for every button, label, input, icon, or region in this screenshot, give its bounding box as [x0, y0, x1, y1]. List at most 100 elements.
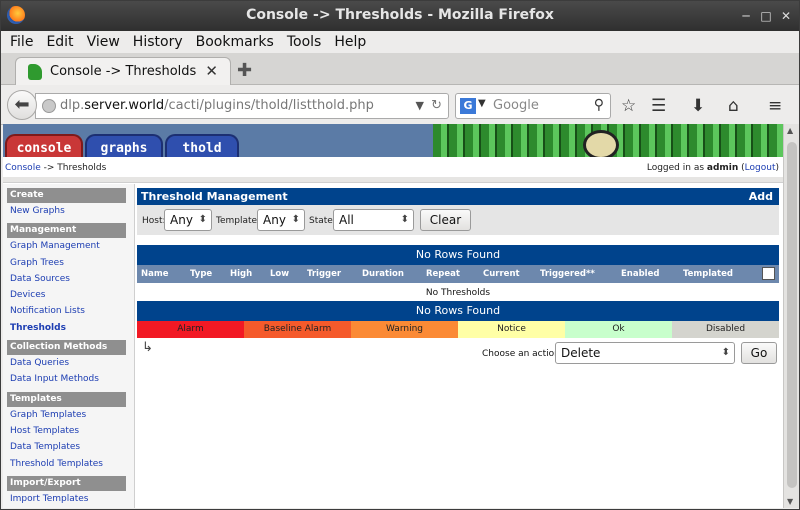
sidebar-item-data-queries[interactable]: Data Queries	[10, 355, 134, 371]
select-all-checkbox[interactable]	[762, 267, 775, 280]
menu-bar: File Edit View History Bookmarks Tools H…	[1, 31, 799, 53]
col-triggered[interactable]: Triggered**	[540, 269, 595, 279]
sidebar-header-create: Create	[7, 188, 126, 203]
select-arrows-icon: ⬍	[198, 214, 207, 225]
maximize-icon[interactable]: □	[757, 7, 775, 25]
sidebar: Create New Graphs Management Graph Manag…	[3, 184, 135, 508]
url-prefix: dlp.	[60, 98, 85, 113]
host-select-value: Any	[170, 213, 193, 227]
breadcrumb: Console -> Thresholds Logged in as admin…	[3, 159, 783, 175]
minimize-icon[interactable]: ─	[737, 7, 755, 25]
legend-baseline-alarm: Baseline Alarm	[244, 321, 351, 338]
google-icon[interactable]: G	[460, 98, 476, 114]
sidebar-header-collection-methods: Collection Methods	[7, 340, 126, 356]
browser-tab[interactable]: Console -> Thresholds ✕	[15, 57, 231, 86]
url-path: /cacti/plugins/thold/listthold.php	[164, 98, 374, 113]
new-tab-icon[interactable]: ✚	[237, 60, 252, 81]
menu-view[interactable]: View	[87, 34, 120, 50]
menu-icon[interactable]: ≡	[768, 96, 782, 116]
tab-strip: Console -> Thresholds ✕ ✚	[1, 53, 799, 86]
go-button[interactable]: Go	[741, 342, 777, 364]
window-title: Console -> Thresholds - Mozilla Firefox	[246, 7, 554, 23]
state-select-value: All	[339, 213, 354, 227]
tab-graphs[interactable]: graphs	[85, 134, 163, 157]
action-select[interactable]: Delete ⬍	[555, 342, 735, 364]
sidebar-item-new-graphs[interactable]: New Graphs	[10, 203, 134, 219]
col-high[interactable]: High	[230, 269, 252, 279]
url-bar[interactable]: dlp.server.world/cacti/plugins/thold/lis…	[35, 93, 449, 119]
add-link[interactable]: Add	[749, 188, 773, 205]
bookmarks-list-icon[interactable]: ☰	[651, 96, 666, 116]
legend-alarm: Alarm	[137, 321, 244, 338]
col-current[interactable]: Current	[483, 269, 520, 279]
col-name[interactable]: Name	[141, 269, 168, 279]
col-trigger[interactable]: Trigger	[307, 269, 341, 279]
search-bar[interactable]: G ▼ Google ⚲	[455, 93, 611, 119]
home-icon[interactable]: ⌂	[728, 96, 739, 116]
breadcrumb-console-link[interactable]: Console	[5, 163, 41, 173]
sidebar-item-data-templates[interactable]: Data Templates	[10, 439, 134, 455]
choose-action-label: Choose an action:	[482, 349, 563, 359]
state-label: State:	[309, 216, 336, 226]
menu-help[interactable]: Help	[334, 34, 366, 50]
tab-thold[interactable]: thold	[165, 134, 239, 157]
sidebar-item-devices[interactable]: Devices	[10, 287, 134, 303]
vertical-scrollbar[interactable]: ▲ ▼	[783, 124, 799, 508]
template-select[interactable]: Any ⬍	[257, 209, 305, 231]
sidebar-item-data-sources[interactable]: Data Sources	[10, 271, 134, 287]
template-select-value: Any	[263, 213, 286, 227]
page-title: Threshold Management	[141, 190, 288, 203]
col-templated[interactable]: Templated	[683, 269, 733, 279]
return-arrow-icon: ↳	[142, 340, 153, 355]
host-select[interactable]: Any ⬍	[164, 209, 212, 231]
sidebar-item-data-input-methods[interactable]: Data Input Methods	[10, 371, 134, 387]
legend-disabled: Disabled	[672, 321, 779, 338]
login-user: admin	[706, 163, 739, 173]
menu-file[interactable]: File	[10, 34, 33, 50]
sidebar-item-graph-templates[interactable]: Graph Templates	[10, 407, 134, 423]
search-engine-dropdown-icon[interactable]: ▼	[478, 98, 486, 109]
col-low[interactable]: Low	[270, 269, 289, 279]
scroll-up-icon[interactable]: ▲	[787, 126, 793, 135]
select-arrows-icon: ⬍	[291, 214, 300, 225]
sidebar-item-graph-trees[interactable]: Graph Trees	[10, 255, 134, 271]
sidebar-item-host-templates[interactable]: Host Templates	[10, 423, 134, 439]
menu-bookmarks[interactable]: Bookmarks	[196, 34, 274, 50]
menu-history[interactable]: History	[133, 34, 183, 50]
breadcrumb-separator: ->	[40, 163, 58, 173]
back-button[interactable]: ⬅	[7, 90, 37, 120]
col-repeat[interactable]: Repeat	[426, 269, 460, 279]
state-select[interactable]: All ⬍	[333, 209, 414, 231]
back-arrow-icon: ⬅	[14, 94, 30, 115]
col-type[interactable]: Type	[190, 269, 212, 279]
col-duration[interactable]: Duration	[362, 269, 404, 279]
scrollbar-thumb[interactable]	[787, 142, 797, 488]
reload-icon[interactable]: ↻	[431, 94, 442, 118]
url-dropdown-icon[interactable]: ▼	[416, 94, 424, 118]
select-arrows-icon: ⬍	[721, 347, 730, 358]
sidebar-header-import-export: Import/Export	[7, 475, 126, 491]
search-placeholder: Google	[493, 98, 539, 113]
sidebar-header-templates: Templates	[7, 391, 126, 407]
tab-console[interactable]: console	[5, 134, 83, 157]
scroll-down-icon[interactable]: ▼	[787, 497, 793, 506]
select-arrows-icon: ⬍	[400, 214, 409, 225]
clear-button[interactable]: Clear	[420, 209, 471, 231]
binoculars-icon[interactable]: ⚲	[594, 97, 604, 113]
sidebar-item-graph-management[interactable]: Graph Management	[10, 238, 134, 254]
logout-link[interactable]: Logout	[745, 163, 776, 173]
sidebar-item-threshold-templates[interactable]: Threshold Templates	[10, 456, 134, 472]
sidebar-item-thresholds[interactable]: Thresholds	[10, 320, 134, 336]
close-window-icon[interactable]: ✕	[777, 7, 795, 25]
sidebar-item-import-templates[interactable]: Import Templates	[10, 491, 134, 507]
col-enabled[interactable]: Enabled	[621, 269, 659, 279]
menu-edit[interactable]: Edit	[46, 34, 73, 50]
bookmark-star-icon[interactable]: ☆	[621, 96, 636, 116]
menu-tools[interactable]: Tools	[287, 34, 322, 50]
browser-tab-label: Console -> Thresholds	[50, 64, 197, 79]
close-tab-icon[interactable]: ✕	[205, 62, 218, 80]
download-icon[interactable]: ⬇	[691, 96, 705, 116]
navigation-bar: dlp.server.world/cacti/plugins/thold/lis…	[1, 85, 799, 125]
sidebar-item-notification-lists[interactable]: Notification Lists	[10, 303, 134, 319]
